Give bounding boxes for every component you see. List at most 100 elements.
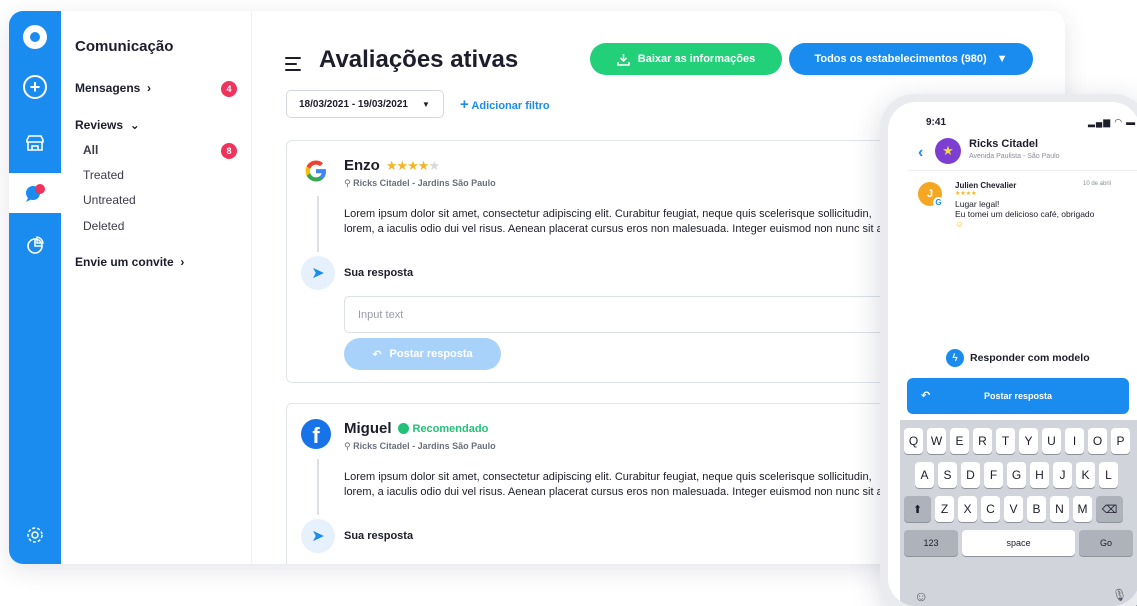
key[interactable]: Y xyxy=(1019,428,1038,454)
microphone-icon[interactable]: 🎙 xyxy=(1112,588,1127,602)
google-icon xyxy=(301,156,331,186)
post-response-button[interactable]: ↶ Postar resposta xyxy=(344,338,501,370)
stage: + Comunicação Mensagens › 4 Reviews ⌄ Al… xyxy=(0,0,1137,606)
sidebar-item-treated[interactable]: Treated xyxy=(83,168,124,182)
response-input[interactable]: Input text xyxy=(344,296,924,333)
chevron-down-icon: ▼ xyxy=(421,99,430,109)
recommended-badge: Recomendado xyxy=(397,423,488,435)
add-filter-button[interactable]: + Adicionar filtro xyxy=(460,96,550,113)
reply-icon: ↶ xyxy=(921,390,931,402)
plus-icon: + xyxy=(23,75,47,99)
emoji-icon[interactable]: ☺ xyxy=(914,588,928,604)
shift-key[interactable]: ⬆ xyxy=(904,496,931,522)
key[interactable]: G xyxy=(1007,462,1026,488)
sidebar-item-all[interactable]: All xyxy=(83,143,98,157)
pin-icon: ⚲ xyxy=(344,178,351,188)
backspace-key[interactable]: ⌫ xyxy=(1096,496,1123,522)
date-range-select[interactable]: 18/03/2021 - 19/03/2021 ▼ xyxy=(286,90,444,118)
all-badge: 8 xyxy=(221,143,237,159)
send-icon: ➤ xyxy=(301,519,335,553)
template-reply-button[interactable]: ϟ Responder com modelo xyxy=(946,349,1090,367)
keyboard-row-4: 123 space Go xyxy=(904,530,1133,556)
template-label: Responder com modelo xyxy=(970,352,1090,364)
key[interactable]: A xyxy=(915,462,934,488)
key[interactable]: J xyxy=(1053,462,1072,488)
key[interactable]: B xyxy=(1027,496,1046,522)
add-filter-label: Adicionar filtro xyxy=(471,100,550,112)
review-text: Lorem ipsum dolor sit amet, consectetur … xyxy=(344,470,924,500)
message-text: Lugar legal! Eu tomei um delicioso café,… xyxy=(955,199,1133,229)
key[interactable]: R xyxy=(973,428,992,454)
key[interactable]: M xyxy=(1073,496,1092,522)
store-icon[interactable] xyxy=(9,123,61,163)
response-label: Sua resposta xyxy=(344,267,414,279)
key[interactable]: V xyxy=(1004,496,1023,522)
back-icon[interactable]: ‹ xyxy=(918,144,923,162)
key[interactable]: U xyxy=(1042,428,1061,454)
sidebar-item-reviews[interactable]: Reviews ⌄ xyxy=(75,118,140,132)
sidebar: Comunicação Mensagens › 4 Reviews ⌄ All … xyxy=(61,11,251,564)
author-name: Miguel xyxy=(344,420,392,437)
phone-post-label: Postar resposta xyxy=(983,391,1053,401)
establishments-dropdown[interactable]: Todos os estabelecimentos (980) ▼ xyxy=(789,43,1033,75)
review-text: Lorem ipsum dolor sit amet, consectetur … xyxy=(344,207,924,237)
sidebar-item-untreated[interactable]: Untreated xyxy=(83,193,136,207)
review-text-line: lorem, a iaculis odio dui vel risus. Aen… xyxy=(344,486,883,498)
google-icon: G xyxy=(933,197,944,208)
review-card: f Miguel Recomendado ⚲ Ricks Citadel - J… xyxy=(286,403,926,564)
space-key[interactable]: space xyxy=(962,530,1075,556)
page-title: Avaliações ativas xyxy=(319,46,519,73)
review-text-line: lorem, a iaculis odio dui vel risus. Aen… xyxy=(344,223,883,235)
date-range-value: 18/03/2021 - 19/03/2021 xyxy=(299,98,408,110)
keyboard-row-1: Q W E R T Y U I O P xyxy=(904,428,1130,454)
key[interactable]: W xyxy=(927,428,946,454)
chevron-down-icon: ▼ xyxy=(996,53,1008,65)
key[interactable]: I xyxy=(1065,428,1084,454)
send-icon: ➤ xyxy=(301,256,335,290)
download-icon xyxy=(617,53,630,66)
reply-icon: ↶ xyxy=(372,348,382,361)
numbers-key[interactable]: 123 xyxy=(904,530,958,556)
keyboard-row-3: ⬆ Z X C V B N M ⌫ xyxy=(904,496,1123,522)
key[interactable]: Q xyxy=(904,428,923,454)
divider xyxy=(908,170,1137,171)
key[interactable]: P xyxy=(1111,428,1130,454)
phone-mockup: 9:41 ▂▄▆ ◠ ▬ ‹ ★ Ricks Citadel Avenida P… xyxy=(880,94,1137,606)
add-button[interactable]: + xyxy=(9,67,61,107)
sidebar-title: Comunicação xyxy=(75,38,174,55)
review-text-line: Lorem ipsum dolor sit amet, consectetur … xyxy=(344,471,872,483)
hamburger-icon[interactable] xyxy=(285,57,301,75)
key[interactable]: C xyxy=(981,496,1000,522)
review-author: Miguel Recomendado xyxy=(344,420,488,437)
key[interactable]: H xyxy=(1030,462,1049,488)
download-button[interactable]: Baixar as informações xyxy=(590,43,782,75)
key[interactable]: T xyxy=(996,428,1015,454)
go-key[interactable]: Go xyxy=(1079,530,1133,556)
phone-post-button[interactable]: ↶ Postar resposta xyxy=(907,378,1129,414)
thread-line xyxy=(317,196,319,252)
pie-chart-icon[interactable] xyxy=(9,225,61,265)
sidebar-item-deleted[interactable]: Deleted xyxy=(83,219,124,233)
key[interactable]: N xyxy=(1050,496,1069,522)
key[interactable]: E xyxy=(950,428,969,454)
review-text-line: Lorem ipsum dolor sit amet, consectetur … xyxy=(344,208,872,220)
key[interactable]: L xyxy=(1099,462,1118,488)
key[interactable]: S xyxy=(938,462,957,488)
sidebar-item-invite[interactable]: Envie um convite › xyxy=(75,255,184,269)
place-address: Avenida Paulista - São Paulo xyxy=(969,153,1060,160)
key[interactable]: D xyxy=(961,462,980,488)
key[interactable]: O xyxy=(1088,428,1107,454)
keyboard-row-2: A S D F G H J K L xyxy=(915,462,1118,488)
icon-rail: + xyxy=(9,11,61,564)
key[interactable]: F xyxy=(984,462,1003,488)
author-name: Enzo xyxy=(344,157,380,174)
download-label: Baixar as informações xyxy=(637,53,756,65)
sidebar-item-mensagens[interactable]: Mensagens › xyxy=(75,81,151,95)
key[interactable]: X xyxy=(958,496,977,522)
key[interactable]: Z xyxy=(935,496,954,522)
chat-icon[interactable] xyxy=(9,173,61,213)
key[interactable]: K xyxy=(1076,462,1095,488)
star-rating: ★★★★★ xyxy=(385,157,440,173)
logo-icon[interactable] xyxy=(9,17,61,57)
gear-icon[interactable] xyxy=(9,526,61,549)
